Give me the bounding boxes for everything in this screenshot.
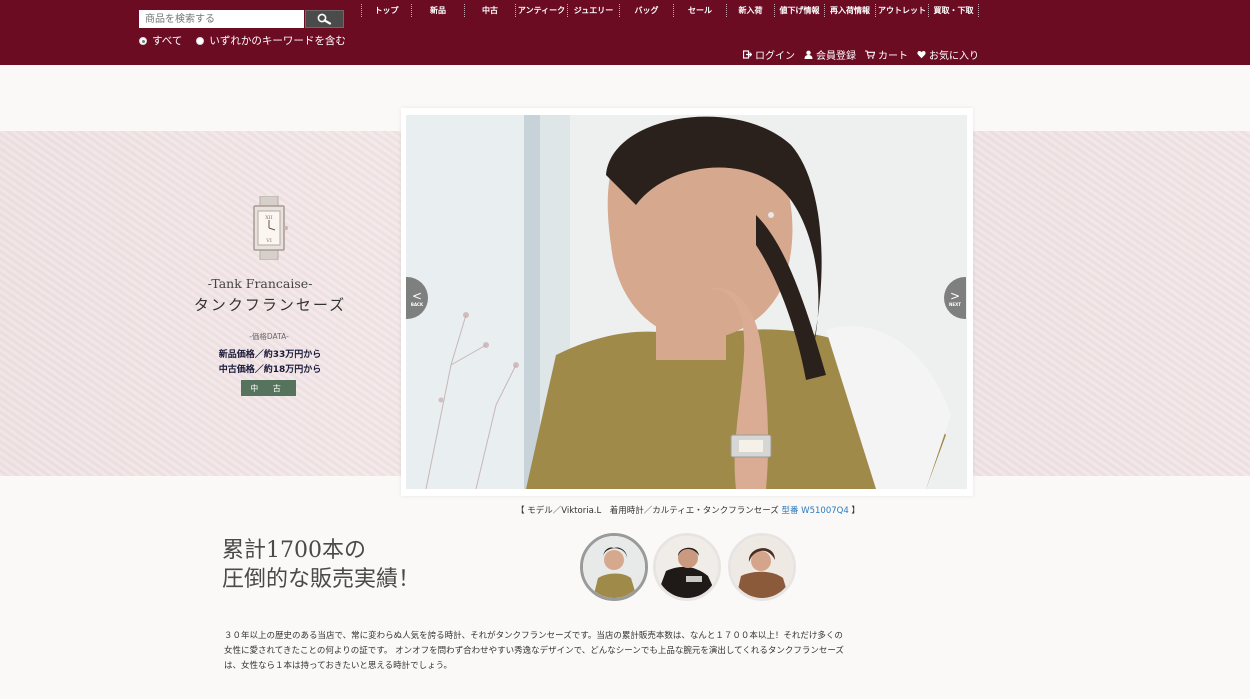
intro-line-2: 女性に愛されてきたことの何よりの証です。 オンオフを問わず合わせやすい秀逸なデザ… [224, 646, 844, 656]
headline-line-2: 圧倒的な販売実績！ [222, 567, 421, 592]
radio-any-label: いずれかのキーワードを含む [209, 35, 346, 47]
slide-thumbnail-1[interactable] [580, 533, 648, 601]
nav-buyback[interactable]: 買取・下取 [928, 4, 979, 17]
model-name-jp: タンクフランセーズ [193, 296, 347, 314]
nav-jewelry[interactable]: ジュエリー [567, 4, 619, 17]
model-photo [406, 115, 967, 489]
slide-thumbnail-3[interactable] [728, 533, 796, 601]
favorites-label: お気に入り [929, 51, 979, 62]
site-header: すべて いずれかのキーワードを含む トップ 新品 中古 アンティーク ジュエリー… [0, 0, 1250, 65]
sales-headline: 累計1700本の 圧倒的な販売実績！ [222, 536, 420, 594]
price-data-title: -価格DATA- [249, 332, 289, 341]
radio-dot [196, 36, 205, 45]
chevron-right-icon: > [949, 288, 961, 303]
search-mode-radios: すべて いずれかのキーワードを含む [139, 33, 346, 48]
register-link[interactable]: 会員登録 [804, 47, 856, 62]
global-nav: トップ 新品 中古 アンティーク ジュエリー バッグ セール 新入荷 値下げ情報… [361, 4, 979, 17]
nav-restock[interactable]: 再入荷情報 [824, 4, 875, 17]
next-label: NEXT [949, 301, 961, 307]
search-icon [317, 13, 331, 25]
nav-antique[interactable]: アンティーク [515, 4, 567, 17]
account-links: ログイン 会員登録 カート お気に入り [743, 47, 979, 62]
heart-icon [917, 51, 926, 59]
slide-caption: 【 モデル／Viktoria.L 着用時計／カルティエ・タンクフランセーズ 型番… [400, 504, 976, 516]
login-label: ログイン [755, 51, 795, 62]
back-label: BACK [410, 301, 424, 307]
nav-top[interactable]: トップ [361, 4, 411, 17]
login-icon [743, 50, 752, 59]
cart-link[interactable]: カート [865, 47, 908, 62]
user-icon [804, 50, 813, 59]
nav-sale[interactable]: セール [673, 4, 726, 17]
nav-new-arrivals[interactable]: 新入荷 [726, 4, 774, 17]
favorites-link[interactable]: お気に入り [917, 47, 979, 62]
nav-used[interactable]: 中古 [464, 4, 515, 17]
intro-line-3: は、女性なら１本は持っておきたいと思える時計でしょう。 [224, 661, 453, 671]
search-box [139, 10, 344, 28]
model-number-link[interactable]: 型番 W51007Q4 [781, 506, 848, 516]
search-button[interactable] [305, 10, 344, 28]
nav-outlet[interactable]: アウトレット [875, 4, 928, 17]
model-name-en: -Tank Francaise- [207, 276, 313, 291]
watch-icon: XII VI [253, 196, 288, 260]
svg-text:VI: VI [265, 238, 272, 244]
price-new: 新品価格／約33万円から [218, 350, 322, 360]
caption-suffix: 】 [848, 506, 860, 516]
cart-label: カート [878, 51, 908, 62]
nav-price-down[interactable]: 値下げ情報 [774, 4, 824, 17]
radio-dot-selected [139, 36, 147, 45]
cart-icon [865, 50, 875, 59]
nav-bag[interactable]: バッグ [619, 4, 673, 17]
used-button[interactable]: 中 古 [241, 380, 296, 396]
radio-all[interactable]: すべて [139, 33, 182, 48]
price-used: 中古価格／約18万円から [218, 365, 322, 375]
headline-line-1: 累計1700本の [222, 538, 366, 563]
hero-slide-image [406, 115, 967, 489]
intro-line-1: ３０年以上の歴史のある当店で、常に変わらぬ人気を誇る時計、それがタンクフランセー… [224, 631, 843, 641]
search-input[interactable] [139, 10, 304, 28]
intro-paragraph: ３０年以上の歴史のある当店で、常に変わらぬ人気を誇る時計、それがタンクフランセー… [224, 629, 904, 674]
login-link[interactable]: ログイン [743, 47, 795, 62]
caption-prefix: 【 モデル／Viktoria.L 着用時計／カルティエ・タンクフランセーズ [516, 506, 782, 516]
chevron-left-icon: < [411, 288, 423, 303]
register-label: 会員登録 [816, 51, 856, 62]
slide-thumbnail-2[interactable] [653, 533, 721, 601]
radio-any-keyword[interactable]: いずれかのキーワードを含む [196, 33, 346, 48]
radio-all-label: すべて [152, 35, 183, 47]
nav-new[interactable]: 新品 [411, 4, 464, 17]
